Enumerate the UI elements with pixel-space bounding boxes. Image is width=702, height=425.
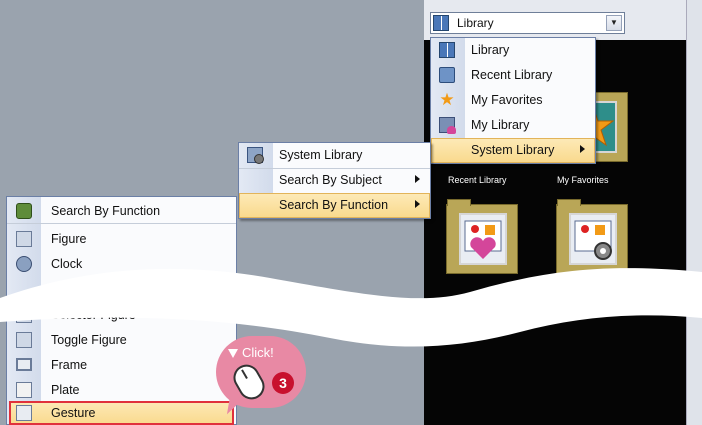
menu-item-label: Search By Function [279,198,389,212]
menu-item-search-by-subject[interactable]: Search By Subject [239,168,430,193]
library-combo-box[interactable]: Library ▼ [430,12,625,34]
menu-item-recent-library[interactable]: Recent Library [431,63,595,88]
toggle-figure-icon [16,332,32,348]
menu-item-search-by-function-header[interactable]: Search By Function [7,199,236,223]
menu-item-my-favorites[interactable]: ★ My Favorites [431,88,595,113]
library-icon [433,15,449,31]
menu-item-gesture[interactable]: Gesture [9,401,234,425]
search-by-function-menu: Search By Function Figure Clock Selector… [6,196,237,425]
menu-item-system-library-header[interactable]: System Library [239,143,430,168]
menu-item-label: My Favorites [471,93,543,107]
menu-item-plate[interactable]: Plate [7,378,236,402]
frame-icon [16,358,32,371]
system-library-icon [247,147,264,164]
menu-item-label: Clock [51,257,83,271]
recent-library-icon [439,67,455,83]
chevron-right-icon [415,200,420,208]
tile-label-my-favorites: My Favorites [557,175,609,185]
menu-item-label: Selector Figure [51,308,136,322]
clock-icon [16,256,32,272]
menu-item-selector-figure[interactable]: Selector Figure [7,303,236,327]
menu-item-label: Search By Subject [279,173,382,187]
star-icon: ★ [439,90,455,109]
my-library-tile-icon [459,213,507,265]
menu-item-label: Frame [51,358,88,372]
system-library-submenu: System Library Search By Subject Search … [238,142,431,219]
chevron-right-icon [580,145,585,153]
menu-item-my-library[interactable]: My Library [431,113,595,138]
selector-figure-icon [16,307,32,323]
menu-item-figure[interactable]: Figure [7,227,236,251]
chevron-right-icon [415,175,420,183]
menu-item-label: Toggle Figure [51,333,127,347]
library-dropdown-menu: Library Recent Library ★ My Favorites My… [430,37,596,164]
menu-item-toggle-figure[interactable]: Toggle Figure [7,328,236,352]
menu-item-clock[interactable]: Clock [7,252,236,276]
figure-icon [16,231,32,247]
menu-item-label: System Library [471,143,555,157]
menu-item-label: Plate [51,383,80,397]
menu-item-label: My Library [471,118,530,132]
system-library-tile-icon [569,213,617,265]
tile-label-recent-library: Recent Library [448,175,507,185]
menu-item-search-by-function[interactable]: Search By Function [239,193,430,218]
menu-item-label: Gesture [51,406,96,420]
gesture-icon [16,405,32,421]
menu-item-system-library[interactable]: System Library [431,138,595,163]
library-icon [439,42,455,58]
click-label: Click! [242,345,274,360]
library-panel-scrollbar[interactable] [686,0,702,425]
menu-item-library[interactable]: Library [431,38,595,63]
plate-icon [16,382,32,398]
menu-item-label: System Library [279,148,363,162]
menu-item-label: Recent Library [471,68,553,82]
menu-item-frame[interactable]: Frame [7,353,236,377]
menu-item-label: Library [471,43,510,57]
library-combo-value: Library [457,16,494,30]
menu-item-label: Search By Function [51,204,161,218]
menu-item-label: Figure [51,232,87,246]
chevron-down-icon[interactable]: ▼ [606,15,622,31]
search-function-icon [16,203,32,219]
pointer-triangle-icon [228,349,238,358]
step-number-badge: 3 [272,372,294,394]
my-library-icon [439,117,456,134]
